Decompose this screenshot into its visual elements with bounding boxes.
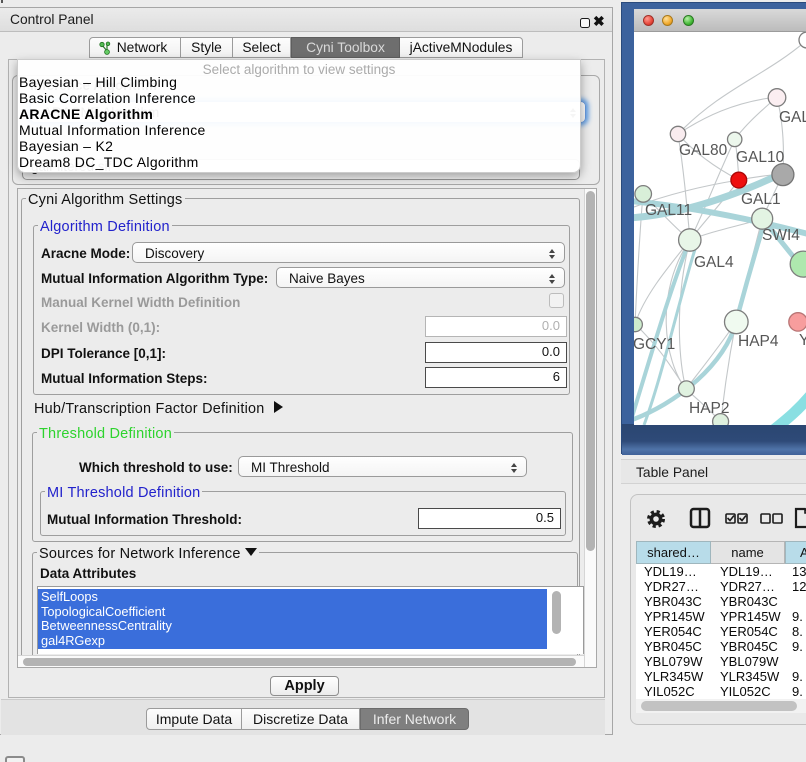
svg-text:GAL4: GAL4 — [694, 254, 734, 271]
svg-text:GAL1: GAL1 — [741, 191, 781, 208]
svg-text:SWI4: SWI4 — [762, 227, 800, 244]
svg-text:GAL2: GAL2 — [779, 109, 806, 126]
svg-text:GAL11: GAL11 — [645, 202, 692, 219]
svg-text:GCY1: GCY1 — [634, 336, 675, 353]
svg-text:HAP2: HAP2 — [689, 400, 730, 417]
svg-text:Y: Y — [799, 332, 806, 349]
svg-text:GAL80: GAL80 — [679, 142, 728, 159]
svg-text:GAL10: GAL10 — [736, 149, 785, 166]
svg-text:HAP4: HAP4 — [738, 333, 779, 350]
